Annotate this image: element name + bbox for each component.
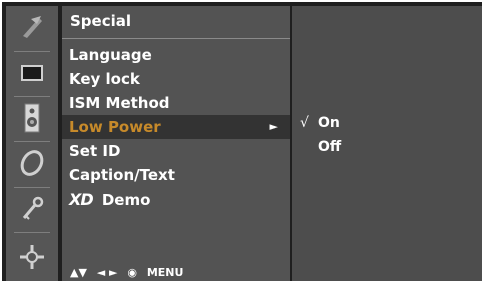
icon-divider [14, 96, 50, 97]
xd-demo-label: Demo [101, 191, 151, 209]
xd-logo: XD [69, 190, 94, 209]
up-down-arrows-icon: ▲▼ [70, 266, 87, 279]
menu-item-low-power[interactable]: Low Power ► [62, 115, 290, 139]
menu-title: Special [70, 12, 132, 30]
menu-item-set-id[interactable]: Set ID [62, 139, 290, 163]
icon-divider [14, 51, 50, 52]
input-icon[interactable] [6, 238, 58, 276]
navigation-hint: ▲▼ ◄ ► ◉ MENU [70, 266, 189, 279]
tv-osd-menu: Special Language Key lock ISM Method Low… [2, 2, 482, 281]
speaker-icon[interactable] [6, 99, 58, 137]
icon-divider [14, 141, 50, 142]
menu-item-caption-text[interactable]: Caption/Text [62, 163, 290, 187]
icon-divider [14, 187, 50, 188]
option-on[interactable]: √ On [292, 113, 482, 135]
low-power-options-panel: √ On Off [292, 6, 482, 281]
key-icon[interactable] [6, 190, 58, 228]
checkmark-icon: √ [300, 115, 309, 131]
menu-item-label: Key lock [69, 70, 140, 88]
option-off[interactable]: Off [292, 137, 482, 159]
submenu-arrow-icon: ► [269, 120, 278, 133]
menu-item-label: XD Demo [69, 190, 150, 209]
picture-settings-icon[interactable] [6, 8, 58, 46]
menu-item-key-lock[interactable]: Key lock [62, 67, 290, 91]
option-label: Off [318, 139, 342, 155]
menu-category-strip [6, 6, 58, 281]
menu-item-ism-method[interactable]: ISM Method [62, 91, 290, 115]
menu-item-label: ISM Method [69, 94, 170, 112]
ok-button-icon: ◉ [127, 266, 137, 279]
title-divider [62, 38, 290, 39]
menu-item-label: Caption/Text [69, 166, 175, 184]
timer-icon[interactable] [6, 144, 58, 182]
menu-item-xd-demo[interactable]: XD Demo [62, 187, 290, 211]
option-label: On [318, 115, 340, 131]
menu-item-label: Language [69, 46, 152, 64]
icon-divider [14, 232, 50, 233]
menu-item-language[interactable]: Language [62, 43, 290, 67]
left-right-arrows-icon: ◄ ► [96, 266, 118, 279]
screen-icon[interactable] [6, 54, 58, 92]
menu-item-label: Low Power [69, 118, 161, 136]
menu-item-label: Set ID [69, 142, 121, 160]
special-menu-panel: Special Language Key lock ISM Method Low… [62, 6, 290, 281]
menu-hint-label: MENU [146, 266, 184, 279]
